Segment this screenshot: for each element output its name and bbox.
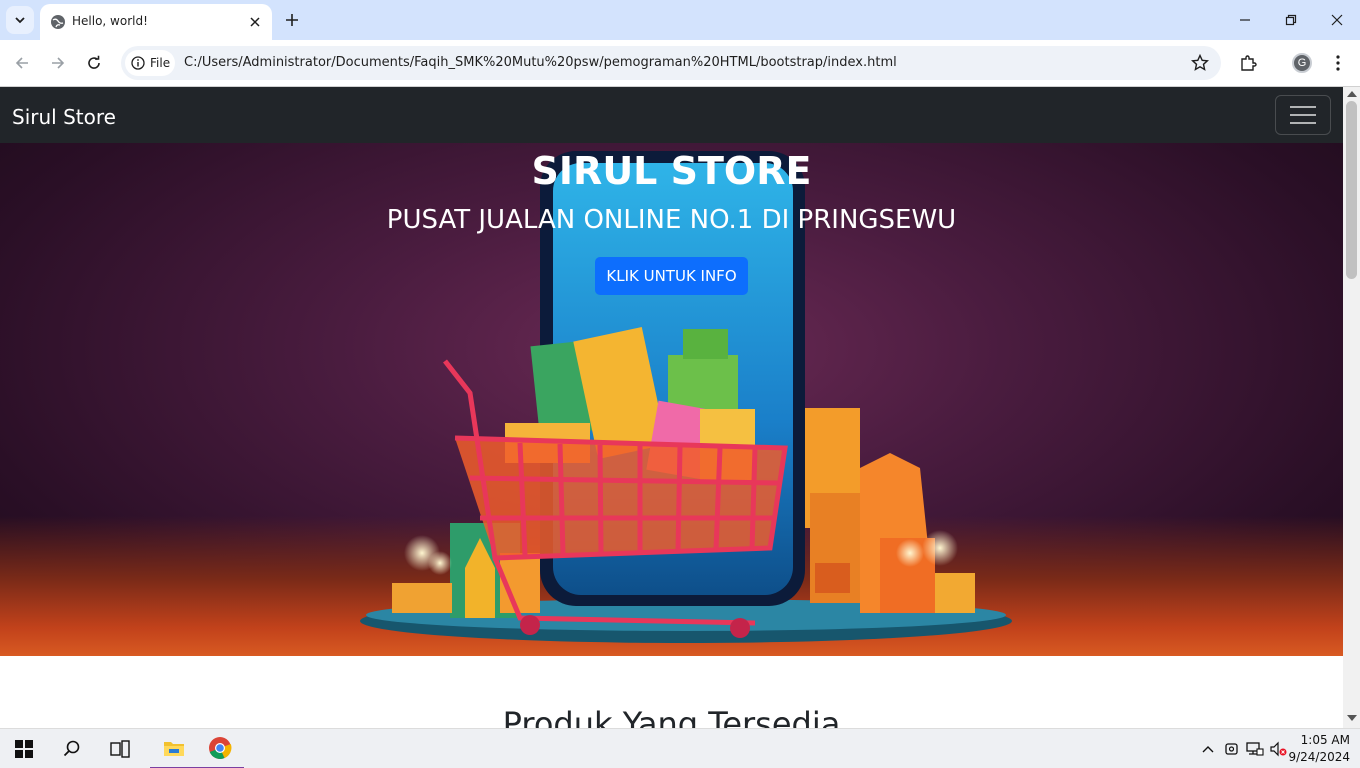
search-button[interactable] <box>48 729 96 768</box>
arrow-right-icon <box>52 57 65 69</box>
task-view-button[interactable] <box>96 729 144 768</box>
arrow-left-icon <box>15 57 28 69</box>
avatar: G <box>1292 53 1312 73</box>
tab-strip: Hello, world! <box>0 0 1360 40</box>
restore-button[interactable] <box>1276 6 1306 34</box>
folder-icon <box>164 742 184 756</box>
file-explorer-button[interactable] <box>150 729 198 768</box>
hero-banner: SIRUL STORE PUSAT JUALAN ONLINE NO.1 DI … <box>0 143 1343 656</box>
chrome-taskbar-button[interactable] <box>196 729 244 768</box>
close-icon <box>250 17 260 27</box>
restore-icon <box>1285 14 1297 26</box>
page-scrollbar[interactable] <box>1343 87 1360 728</box>
back-button[interactable] <box>9 50 35 76</box>
scrollbar-thumb[interactable] <box>1346 101 1357 279</box>
task-view-icon <box>110 740 130 758</box>
volume-tray-button[interactable] <box>1268 739 1288 759</box>
clock-date: 9/24/2024 <box>1288 750 1350 764</box>
close-window-button[interactable] <box>1322 6 1352 34</box>
menu-button[interactable] <box>1327 52 1349 74</box>
device-tray-button[interactable] <box>1222 739 1242 759</box>
products-section-title: Produk Yang Tersedia <box>502 705 841 728</box>
browser-tab[interactable]: Hello, world! <box>40 4 272 40</box>
kebab-menu-icon <box>1336 55 1340 71</box>
windows-logo-icon <box>15 740 33 758</box>
chevron-up-icon <box>1202 746 1214 753</box>
hamburger-bar <box>1290 114 1316 116</box>
site-chip-label: File <box>150 56 171 70</box>
search-icon <box>63 740 80 757</box>
device-icon <box>1225 743 1238 755</box>
start-button[interactable] <box>0 729 48 768</box>
forward-button[interactable] <box>45 50 71 76</box>
url-text[interactable]: C:/Users/Administrator/Documents/Faqih_S… <box>184 55 897 70</box>
hero-title: SIRUL STORE <box>531 149 812 193</box>
close-icon <box>1331 14 1343 26</box>
network-tray-button[interactable] <box>1245 739 1265 759</box>
site-navbar: Sirul Store <box>0 87 1343 143</box>
chevron-down-icon <box>15 17 25 24</box>
hamburger-bar <box>1290 106 1316 108</box>
taskbar-clock[interactable]: 1:05 AM 9/24/2024 <box>1288 732 1350 766</box>
scroll-down-arrow-icon[interactable] <box>1347 715 1357 721</box>
show-hidden-icons-button[interactable] <box>1198 739 1218 759</box>
network-icon <box>1246 742 1264 756</box>
info-button[interactable]: KLIK UNTUK INFO <box>595 257 748 295</box>
reload-icon <box>88 55 100 69</box>
tab-title: Hello, world! <box>72 14 148 28</box>
navbar-toggler-button[interactable] <box>1275 95 1331 135</box>
windows-taskbar: 1:05 AM 9/24/2024 <box>0 728 1360 768</box>
navbar-brand[interactable]: Sirul Store <box>12 105 116 129</box>
address-bar[interactable]: File C:/Users/Administrator/Documents/Fa… <box>121 46 1221 80</box>
hero-subtitle: PUSAT JUALAN ONLINE NO.1 DI PRINGSEWU <box>386 205 957 235</box>
page-viewport: Sirul Store SIRUL STORE PUSAT JUALAN ONL… <box>0 87 1343 728</box>
globe-icon <box>51 15 65 29</box>
scroll-up-arrow-icon[interactable] <box>1347 91 1357 97</box>
bookmark-star-icon[interactable] <box>1191 54 1209 72</box>
tab-close-button[interactable] <box>246 13 264 31</box>
tab-search-button[interactable] <box>6 6 34 34</box>
minimize-button[interactable] <box>1230 6 1260 34</box>
minimize-icon <box>1240 19 1250 21</box>
hamburger-bar <box>1290 122 1316 124</box>
puzzle-icon <box>1241 55 1257 71</box>
extensions-button[interactable] <box>1237 52 1259 74</box>
clock-time: 1:05 AM <box>1300 733 1350 747</box>
info-icon <box>131 56 145 70</box>
site-info-chip[interactable]: File <box>125 50 175 76</box>
reload-button[interactable] <box>81 50 107 76</box>
plus-icon <box>286 14 298 26</box>
volume-muted-icon <box>1270 741 1287 757</box>
browser-toolbar: File C:/Users/Administrator/Documents/Fa… <box>0 40 1360 87</box>
chrome-icon <box>209 737 232 759</box>
new-tab-button[interactable] <box>280 8 304 32</box>
profile-button[interactable]: G <box>1291 52 1313 74</box>
